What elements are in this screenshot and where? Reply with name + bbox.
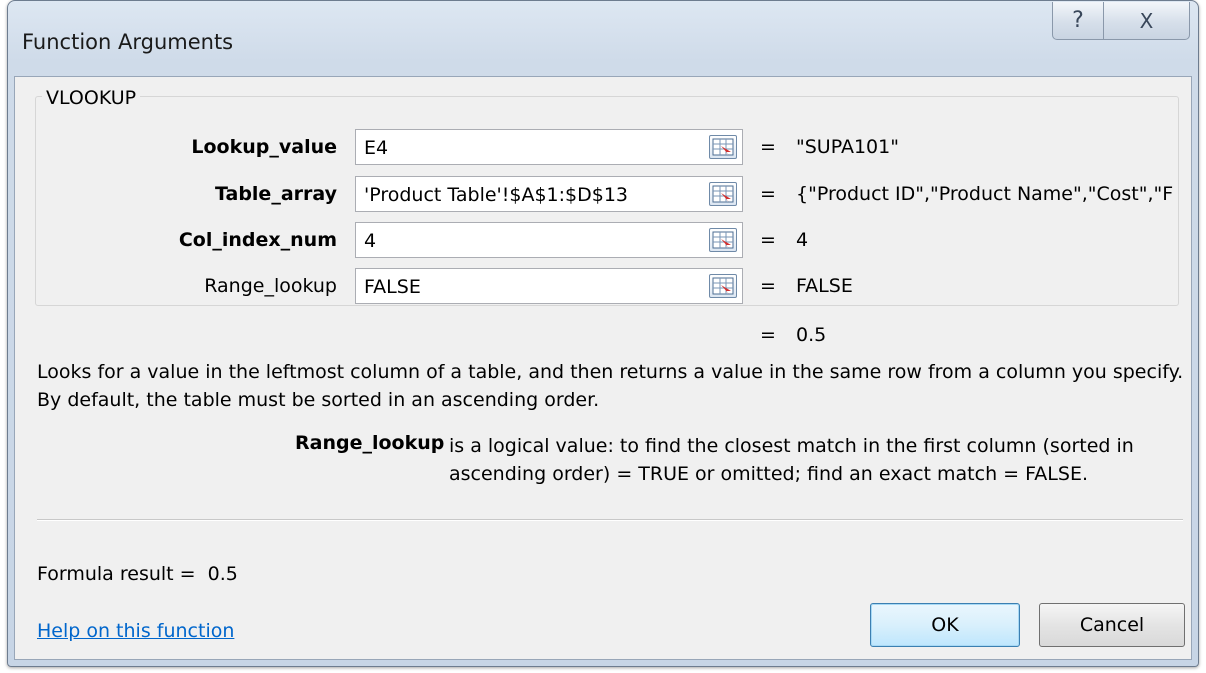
close-button[interactable]: X xyxy=(1104,2,1190,40)
col-index-num-input[interactable]: 4 xyxy=(355,222,743,258)
formula-result-value: 0.5 xyxy=(207,563,238,585)
lookup-value-input[interactable]: E4 xyxy=(355,129,743,165)
range-select-icon[interactable] xyxy=(709,135,737,159)
formula-result: Formula result = 0.5 xyxy=(37,563,238,585)
range-select-icon[interactable] xyxy=(709,182,737,206)
argument-label: Col_index_num xyxy=(178,229,337,251)
divider xyxy=(37,519,1183,521)
input-value: 4 xyxy=(364,230,377,252)
argument-evaluated-value: = {"Product ID","Product Name","Cost","F xyxy=(760,183,1174,205)
function-arguments-dialog: Function Arguments ? X VLOOKUP Lookup_va… xyxy=(7,0,1199,667)
dialog-body: VLOOKUP Lookup_value E4 = "SUPA101" Table… xyxy=(14,76,1192,660)
ok-button[interactable]: OK xyxy=(870,603,1020,647)
argument-label: Range_lookup xyxy=(204,275,337,297)
dialog-title: Function Arguments xyxy=(22,30,234,54)
help-caption-button[interactable]: ? xyxy=(1052,2,1104,40)
input-value: FALSE xyxy=(364,276,421,298)
argument-evaluated-value: = FALSE xyxy=(760,275,853,297)
argument-help-name: Range_lookup xyxy=(295,432,445,454)
function-result: = 0.5 xyxy=(760,324,827,346)
range-lookup-input[interactable]: FALSE xyxy=(355,268,743,304)
argument-evaluated-value: = "SUPA101" xyxy=(760,136,899,158)
argument-label: Lookup_value xyxy=(191,136,337,158)
title-bar[interactable]: Function Arguments ? X xyxy=(8,1,1198,81)
input-value: 'Product Table'!$A$1:$D$13 xyxy=(364,184,629,206)
argument-help-text: is a logical value: to find the closest … xyxy=(449,435,1134,485)
function-description: Looks for a value in the leftmost column… xyxy=(37,361,1184,411)
range-select-icon[interactable] xyxy=(709,228,737,252)
argument-label: Table_array xyxy=(214,183,337,205)
range-select-icon[interactable] xyxy=(709,274,737,298)
function-name: VLOOKUP xyxy=(42,87,141,109)
table-array-input[interactable]: 'Product Table'!$A$1:$D$13 xyxy=(355,176,743,212)
argument-evaluated-value: = 4 xyxy=(760,229,809,251)
input-value: E4 xyxy=(364,137,389,159)
cancel-button[interactable]: Cancel xyxy=(1039,603,1185,647)
formula-result-label: Formula result = xyxy=(37,563,196,585)
question-mark-icon: ? xyxy=(1072,8,1084,33)
help-on-function-link[interactable]: Help on this function xyxy=(37,620,234,642)
close-icon: X xyxy=(1139,8,1154,33)
